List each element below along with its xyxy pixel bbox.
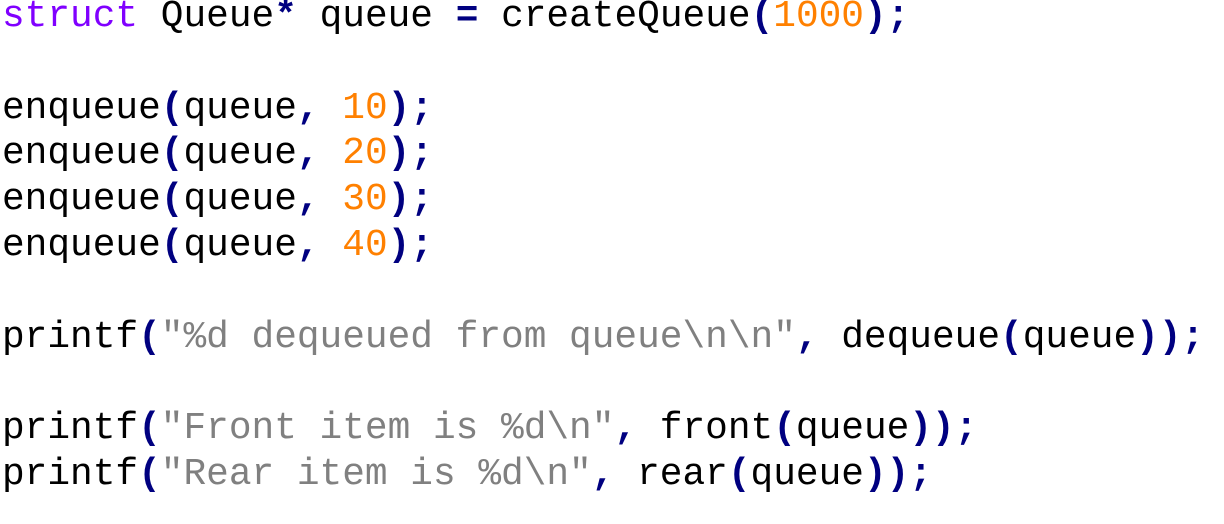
identifier-token: enqueue [2, 224, 161, 267]
punctuation-token: ; [954, 408, 978, 451]
identifier-token: Queue [160, 0, 275, 38]
punctuation-token: ) [1158, 316, 1182, 359]
identifier-token: createQueue [501, 0, 751, 38]
identifier-token: queue [183, 224, 297, 267]
string-token: "Front item is %d\n" [160, 408, 615, 451]
punctuation-token: ) [909, 408, 933, 451]
identifier-token: enqueue [2, 133, 161, 176]
punctuation-token: ( [1000, 316, 1023, 359]
code-block[interactable]: struct Queue* queue = createQueue(1000);… [2, 0, 1204, 499]
punctuation-token: ( [727, 453, 751, 496]
punctuation-token: , [296, 87, 320, 130]
code-line: enqueue(queue, 30); [2, 178, 1204, 224]
code-editor[interactable]: struct Queue* queue = createQueue(1000);… [0, 0, 1224, 524]
punctuation-token: ( [160, 224, 184, 267]
punctuation-token: ; [410, 87, 434, 130]
punctuation-token: ) [387, 133, 411, 176]
punctuation-token: ) [387, 87, 411, 130]
operator-token: * [274, 0, 297, 38]
number-token: 40 [342, 224, 388, 267]
identifier-token: queue [183, 179, 297, 222]
identifier-token: queue [183, 87, 297, 130]
punctuation-token: ) [1136, 316, 1159, 359]
punctuation-token: ; [886, 0, 910, 38]
punctuation-token: , [795, 316, 819, 359]
punctuation-token: , [296, 224, 320, 267]
punctuation-token: , [614, 408, 638, 451]
identifier-token: queue [750, 453, 864, 496]
punctuation-token: ) [387, 224, 411, 267]
punctuation-token: ; [410, 133, 434, 176]
keyword-token: struct [2, 0, 139, 38]
identifier-token: queue [795, 408, 910, 451]
operator-token: = [455, 0, 479, 38]
punctuation-token: ( [138, 453, 161, 496]
punctuation-token: ) [886, 453, 910, 496]
punctuation-token: ) [387, 179, 411, 222]
punctuation-token: ) [932, 408, 955, 451]
punctuation-token: ; [1181, 316, 1205, 359]
identifier-token: dequeue [841, 316, 1001, 359]
punctuation-token: ( [160, 179, 184, 222]
code-line: printf("Front item is %d\n", front(queue… [2, 407, 1204, 453]
identifier-token: enqueue [2, 87, 161, 130]
identifier-token: printf [2, 316, 139, 359]
number-token: 20 [342, 133, 388, 176]
punctuation-token: ( [160, 133, 184, 176]
identifier-token: rear [637, 453, 728, 496]
number-token: 30 [342, 179, 388, 222]
identifier-token: queue [319, 0, 433, 38]
code-line: enqueue(queue, 40); [2, 224, 1204, 270]
punctuation-token: ( [750, 0, 774, 38]
code-line: struct Queue* queue = createQueue(1000); [2, 0, 1204, 41]
identifier-token: printf [2, 453, 139, 496]
punctuation-token: ) [863, 453, 887, 496]
punctuation-token: , [591, 453, 615, 496]
number-token: 1000 [773, 0, 864, 38]
punctuation-token: ; [410, 179, 434, 222]
identifier-token: printf [2, 408, 139, 451]
punctuation-token: ( [138, 316, 161, 359]
identifier-token: front [659, 408, 774, 451]
punctuation-token: ) [864, 0, 887, 38]
punctuation-token: ( [773, 408, 796, 451]
punctuation-token: , [296, 133, 320, 176]
code-line: enqueue(queue, 10); [2, 87, 1204, 133]
string-token: "Rear item is %d\n" [160, 453, 592, 496]
punctuation-token: ( [160, 87, 184, 130]
code-line: printf("%d dequeued from queue\n\n", deq… [2, 316, 1204, 362]
punctuation-token: , [296, 179, 320, 222]
punctuation-token: ; [410, 224, 434, 267]
string-token: "%d dequeued from queue\n\n" [160, 316, 796, 359]
number-token: 10 [342, 87, 388, 130]
identifier-token: queue [183, 133, 297, 176]
code-line: enqueue(queue, 20); [2, 132, 1204, 178]
identifier-token: queue [1022, 316, 1137, 359]
punctuation-token: ( [138, 408, 161, 451]
identifier-token: enqueue [2, 179, 161, 222]
punctuation-token: ; [909, 453, 933, 496]
code-line: printf("Rear item is %d\n", rear(queue))… [2, 453, 1204, 499]
